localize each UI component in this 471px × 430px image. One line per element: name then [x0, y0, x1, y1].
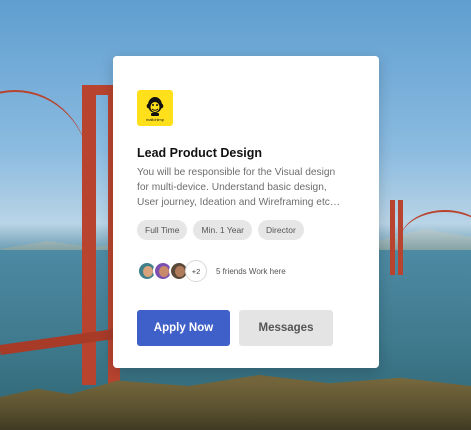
job-tags: Full Time Min. 1 Year Director	[137, 220, 355, 240]
job-card: mailchimp Lead Product Design You will b…	[113, 56, 379, 368]
bridge-tower-far	[398, 200, 403, 275]
bridge-cable	[0, 90, 90, 252]
card-actions: Apply Now Messages	[137, 310, 355, 346]
bridge-tower-far	[390, 200, 395, 275]
messages-button[interactable]: Messages	[239, 310, 333, 346]
job-description: You will be responsible for the Visual d…	[137, 167, 341, 208]
friends-text: 5 friends Work here	[216, 266, 286, 276]
logo-wordmark: mailchimp	[145, 116, 164, 122]
company-logo: mailchimp	[137, 90, 173, 126]
more-friends-count[interactable]: +2	[185, 260, 207, 282]
apply-now-button[interactable]: Apply Now	[137, 310, 230, 346]
tag-experience: Min. 1 Year	[193, 220, 253, 240]
tag-employment-type: Full Time	[137, 220, 188, 240]
tag-level: Director	[258, 220, 304, 240]
friends-row: +2 5 friends Work here	[137, 260, 355, 282]
background-photo: mailchimp Lead Product Design You will b…	[0, 0, 471, 430]
friend-avatars[interactable]: +2	[137, 260, 207, 282]
job-title: Lead Product Design	[137, 146, 263, 160]
mailchimp-freddie-icon	[146, 96, 164, 116]
